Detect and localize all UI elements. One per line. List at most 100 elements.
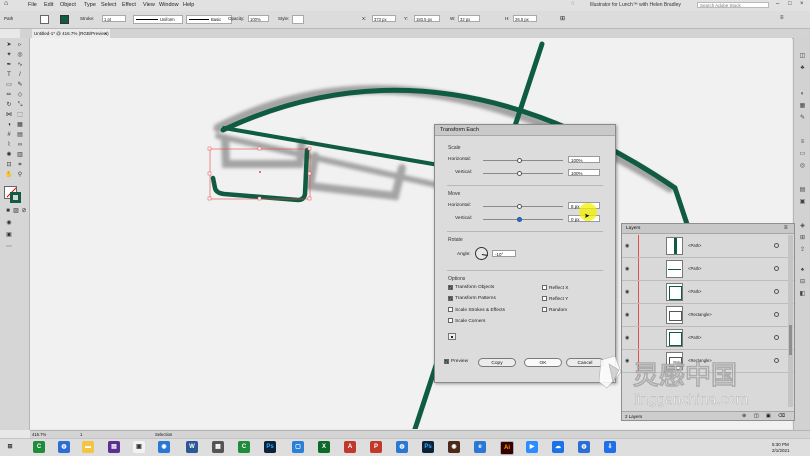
lasso-tool-icon[interactable]: ◎ [16,52,24,59]
fill-swatch[interactable] [40,15,49,24]
symbol-sprayer-tool-icon[interactable]: ✺ [5,152,13,159]
document-tab[interactable]: Untitled-1* @ 416.7% (RGB/Preview) × [32,29,110,38]
app-icon-chrome2[interactable]: ◍ [396,441,408,453]
file-explorer-icon[interactable]: ▬ [82,441,94,453]
new-sublayer-icon[interactable]: ▣ [766,412,771,421]
layers-scroll-thumb[interactable] [789,325,792,355]
move-horizontal-knob[interactable] [517,204,522,209]
visibility-eye-icon[interactable]: ◉ [625,266,629,272]
layers-panel-icon[interactable]: ◈ [798,222,807,230]
app-icon-gray[interactable]: ▦ [212,441,224,453]
direct-selection-tool-icon[interactable]: ▹ [16,42,24,49]
target-circle-icon[interactable] [774,266,779,271]
stroke-weight-field[interactable]: 1 pt [102,15,126,22]
scale-horizontal-knob[interactable] [517,158,522,163]
target-circle-icon[interactable] [774,289,779,294]
clock-date[interactable]: 2/1/2021 [772,448,790,453]
gradient-tool-icon[interactable]: ▤ [16,132,24,139]
app-icon-window[interactable]: ▢ [292,441,304,453]
w-field[interactable]: 32 px [458,15,480,22]
reflect-y-checkbox[interactable]: Reflect Y [542,296,568,303]
y-field[interactable]: 183.5 px [414,15,440,22]
visibility-eye-icon[interactable]: ◉ [625,335,629,341]
artboard-tool-icon[interactable]: ⊡ [5,162,13,169]
delete-layer-icon[interactable]: ⌫ [778,412,785,421]
transform-patterns-checkbox[interactable]: ✓ Transform Patterns [448,296,496,302]
shape-builder-tool-icon[interactable]: ◑ [5,122,13,129]
close-icon[interactable]: × [800,1,804,7]
stroke-color-swatch[interactable] [10,192,21,203]
clipping-mask-icon[interactable]: ◫ [754,412,759,421]
menu-view[interactable]: View [143,2,155,8]
layers-menu-icon[interactable]: ≡ [784,225,788,231]
free-transform-tool-icon[interactable]: ⬚ [16,112,24,119]
ok-button[interactable]: OK [524,358,562,367]
variable-width-dropdown[interactable]: Uniform [133,15,183,24]
reference-point-icon[interactable] [448,333,456,340]
type-tool-icon[interactable]: T [5,72,13,79]
style-swatch[interactable] [292,15,304,24]
home-icon[interactable]: ⌂ [4,0,8,7]
asset-export-panel-icon[interactable]: ⇪ [798,246,807,254]
zoom-app-icon[interactable]: ▶ [526,441,538,453]
menu-help[interactable]: Help [183,2,194,8]
blend-tool-icon[interactable]: ∞ [16,142,24,149]
line-tool-icon[interactable]: / [16,72,24,79]
app-icon-brown[interactable]: ◉ [448,441,460,453]
pencil-tool-icon[interactable]: ✏ [5,92,13,99]
gradient-mode-icon[interactable]: ▨ [12,208,20,215]
copy-button[interactable]: Copy [478,358,516,367]
symbols-panel-icon[interactable]: ♠ [798,266,807,274]
maximize-icon[interactable]: □ [788,1,792,7]
move-vertical-knob[interactable] [517,217,522,222]
artboards-panel-icon[interactable]: ⊞ [798,234,807,242]
stroke-swatch[interactable] [60,15,69,24]
calculator-icon[interactable]: ▤ [108,441,120,453]
scale-vertical-slider[interactable] [483,173,563,174]
panel-menu-icon[interactable]: ≡ [780,15,784,21]
app-icon-edge[interactable]: e [474,441,486,453]
visibility-eye-icon[interactable]: ◉ [625,312,629,318]
layer-row[interactable]: ◉ <Path> [622,258,794,281]
random-checkbox[interactable]: Random [542,307,567,314]
opacity-field[interactable]: 100% [248,15,269,22]
illustrator-icon[interactable]: Ai [500,441,514,455]
paintbrush-tool-icon[interactable]: ✎ [16,82,24,89]
swatches-panel-icon[interactable]: ▦ [798,102,807,110]
scale-vertical-field[interactable]: 100% [568,169,600,176]
word-icon[interactable]: W [186,441,198,453]
angle-field[interactable]: -10° [492,250,516,257]
pen-tool-icon[interactable]: ✒ [5,62,13,69]
layers-title[interactable]: Layers [622,224,794,234]
layer-row[interactable]: ◉ <Path> [622,235,794,258]
search-stock-input[interactable]: Search Adobe Stock [697,2,769,8]
new-layer-icon[interactable]: ⊕ [742,412,746,421]
h-field[interactable]: 26.5 px [513,15,537,22]
preview-checkbox[interactable]: ✓ Preview [444,359,468,365]
color-panel-icon[interactable]: ◐ [798,90,807,98]
mesh-tool-icon[interactable]: # [5,132,13,139]
angle-dial[interactable] [475,247,488,260]
menu-window[interactable]: Window [159,2,179,8]
pathfinder-panel-icon[interactable]: ◧ [798,290,807,298]
transform-objects-checkbox[interactable]: ✓ Transform Objects [448,285,494,291]
color-mode-icon[interactable]: ■ [4,208,12,215]
transparency-panel-icon[interactable]: ◎ [798,162,807,170]
layer-row[interactable]: ◉ <Path> [622,281,794,304]
layer-row[interactable]: ◉ <Path> [622,327,794,350]
hand-tool-icon[interactable]: ✋ [5,172,13,179]
visibility-eye-icon[interactable]: ◉ [625,289,629,295]
menu-select[interactable]: Select [101,2,116,8]
scale-vertical-knob[interactable] [517,171,522,176]
camtasia-recorder-icon[interactable]: C [238,441,250,453]
rotate-tool-icon[interactable]: ↻ [5,102,13,109]
target-circle-icon[interactable] [774,335,779,340]
graph-tool-icon[interactable]: ▥ [16,152,24,159]
edit-toolbar-icon[interactable]: ⋯ [5,244,13,251]
screen-mode-icon[interactable]: ▣ [5,232,13,239]
minimize-icon[interactable]: – [776,1,779,7]
menu-file[interactable]: File [28,2,37,8]
app-icon-blue[interactable]: ◉ [158,441,170,453]
eraser-tool-icon[interactable]: ◇ [16,92,24,99]
camtasia-icon[interactable]: C [33,441,45,453]
